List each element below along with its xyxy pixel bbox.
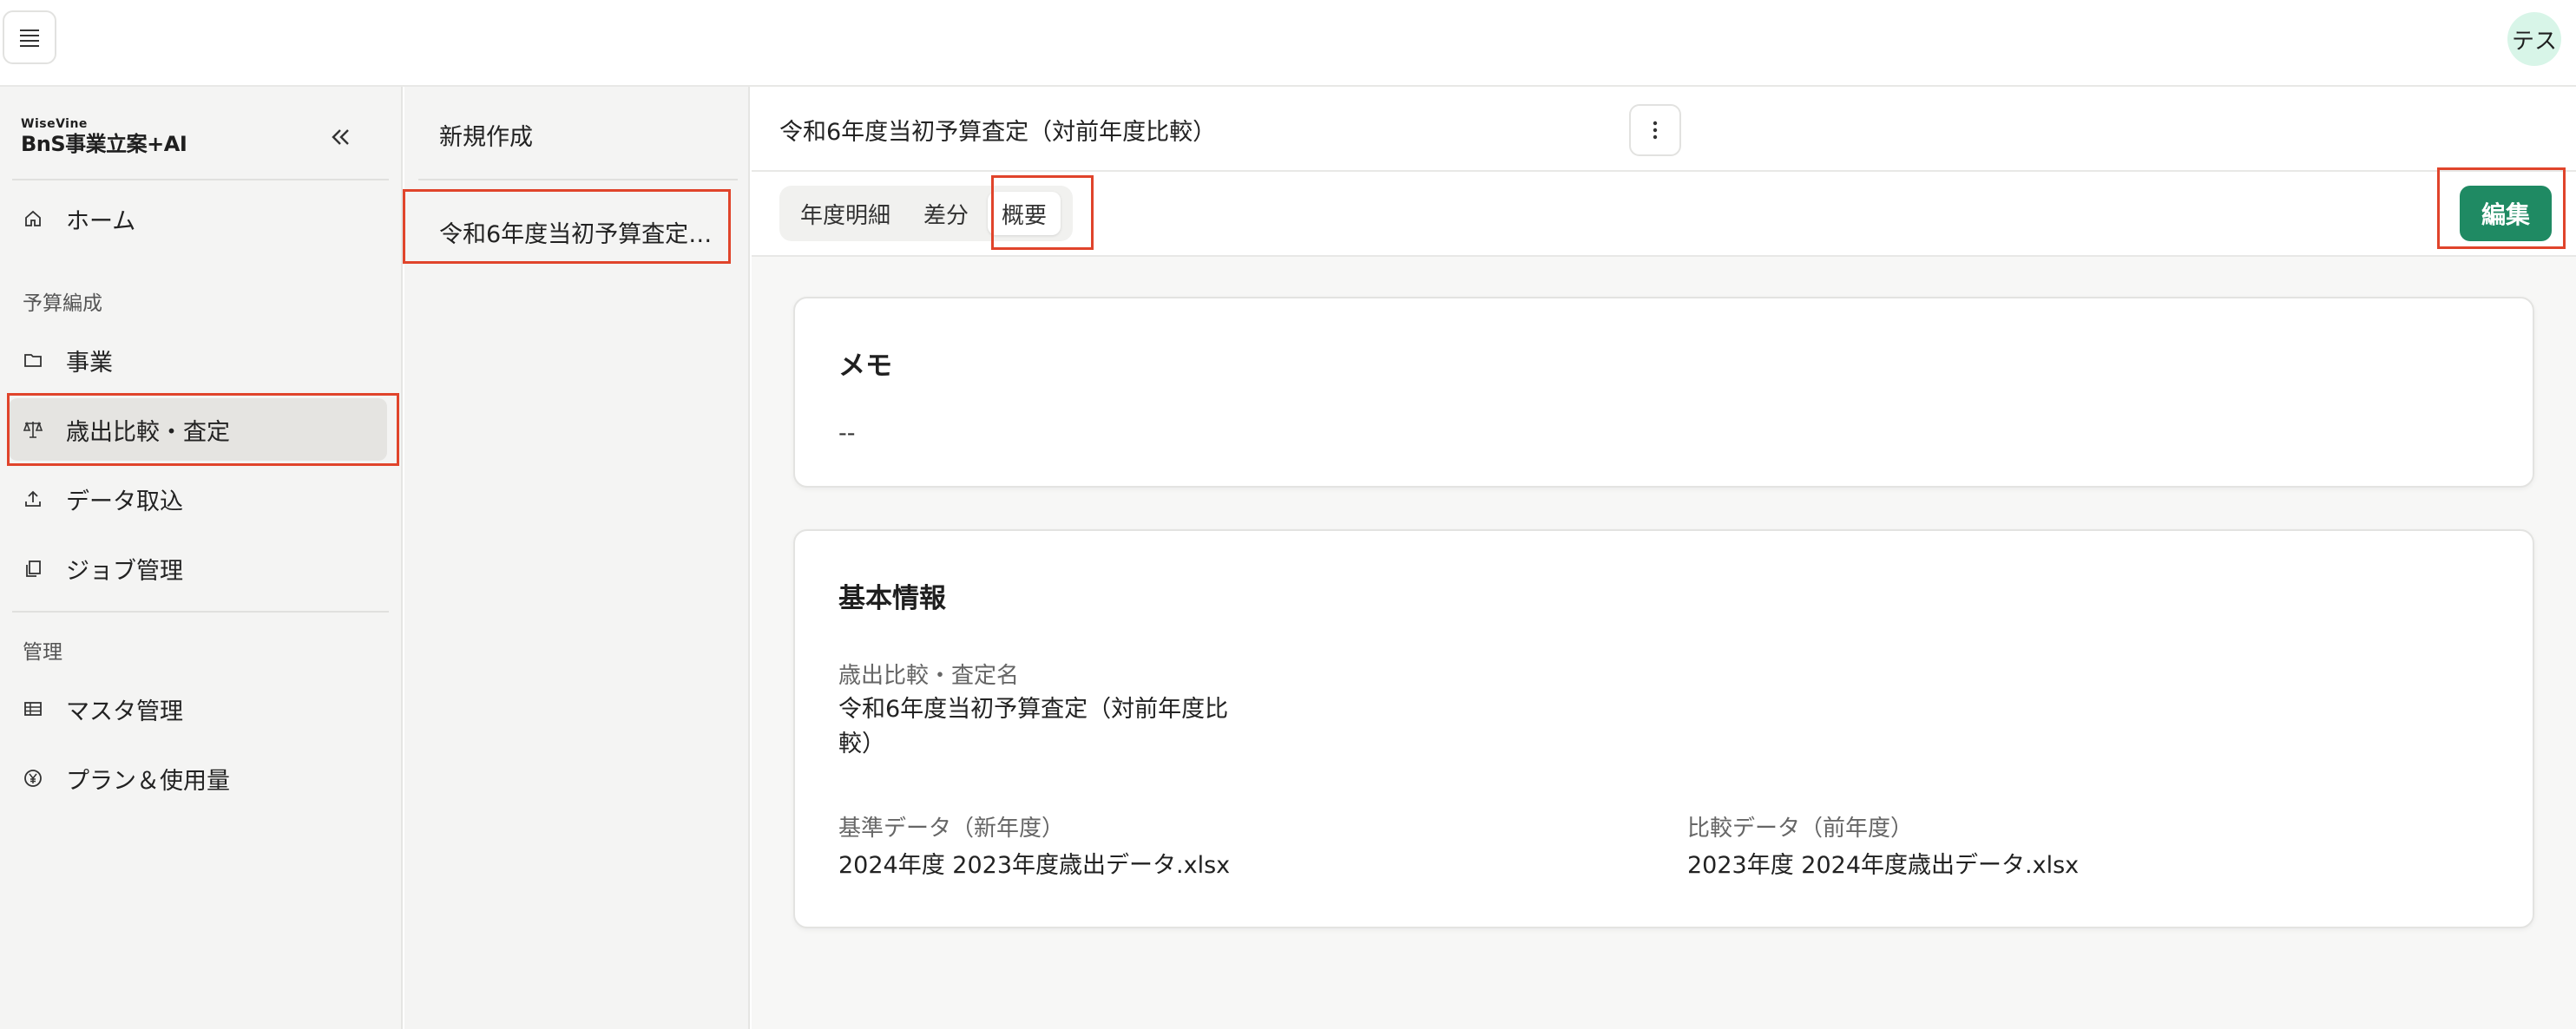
sidebar-item-job-management[interactable]: ジョブ管理 bbox=[9, 537, 387, 600]
scale-icon bbox=[23, 419, 43, 440]
list-divider bbox=[418, 179, 738, 180]
yen-icon bbox=[23, 768, 43, 789]
sidebar-divider bbox=[12, 611, 389, 613]
base-data-value: 2024年度 2023年度歳出データ.xlsx bbox=[838, 852, 1231, 879]
sidebar-section-admin: 管理 bbox=[23, 641, 62, 664]
menu-button[interactable] bbox=[3, 10, 56, 64]
double-chevron-left-icon bbox=[332, 129, 349, 145]
sidebar-item-label: 歳出比較・査定 bbox=[66, 418, 230, 446]
comparison-list-panel: 新規作成 令和6年度当初予算査定（対前年度比較） bbox=[404, 87, 750, 1029]
sidebar-item-home[interactable]: ホーム bbox=[9, 187, 387, 250]
comparison-name-label: 歳出比較・査定名 bbox=[838, 663, 1020, 689]
tab-overview[interactable]: 概要 bbox=[988, 192, 1061, 235]
compare-data-value: 2023年度 2024年度歳出データ.xlsx bbox=[1687, 852, 2080, 879]
hamburger-icon bbox=[20, 29, 39, 47]
folder-icon bbox=[23, 350, 43, 370]
sidebar-item-label: ホーム bbox=[66, 207, 136, 235]
edit-button[interactable]: 編集 bbox=[2460, 186, 2552, 241]
comparison-name-value: 令和6年度当初予算査定（対前年度比較） bbox=[838, 696, 1229, 757]
home-icon bbox=[23, 208, 43, 229]
sidebar-divider bbox=[12, 179, 389, 180]
sidebar: WiseVine BnS事業立案+AI ホーム 予算編成 事業 歳出比較・査定 … bbox=[0, 87, 403, 1029]
page-title: 令和6年度当初予算査定（対前年度比較） bbox=[779, 119, 1217, 146]
sidebar-item-projects[interactable]: 事業 bbox=[9, 329, 387, 391]
table-icon bbox=[23, 698, 43, 719]
sidebar-item-label: プラン＆使用量 bbox=[66, 767, 230, 795]
sidebar-item-expenditure-comparison[interactable]: 歳出比較・査定 bbox=[9, 398, 387, 461]
sidebar-item-label: マスタ管理 bbox=[66, 698, 183, 725]
list-item[interactable]: 令和6年度当初予算査定（対前年度比較） bbox=[439, 215, 726, 249]
more-options-button[interactable] bbox=[1629, 104, 1681, 156]
logo-brand: WiseVine bbox=[21, 117, 88, 131]
sidebar-item-master-management[interactable]: マスタ管理 bbox=[9, 678, 387, 740]
basic-info-title: 基本情報 bbox=[838, 583, 946, 614]
collapse-sidebar-button[interactable] bbox=[325, 121, 356, 153]
memo-title: メモ bbox=[838, 351, 892, 382]
sidebar-item-data-import[interactable]: データ取込 bbox=[9, 468, 387, 530]
main-content: 令和6年度当初予算査定（対前年度比較） 年度明細 差分 概要 編集 メモ -- … bbox=[752, 87, 2576, 1029]
sidebar-section-budget: 予算編成 bbox=[23, 292, 102, 315]
sidebar-item-label: データ取込 bbox=[66, 488, 183, 515]
sidebar-item-label: ジョブ管理 bbox=[66, 557, 183, 585]
top-bar: テス bbox=[0, 0, 2576, 87]
copy-icon bbox=[23, 558, 43, 579]
main-header: 令和6年度当初予算査定（対前年度比較） bbox=[752, 87, 2576, 172]
app-logo: WiseVine BnS事業立案+AI bbox=[21, 118, 187, 154]
memo-value: -- bbox=[838, 420, 856, 447]
logo-product: BnS事業立案+AI bbox=[21, 132, 187, 156]
sidebar-item-plan-usage[interactable]: プラン＆使用量 bbox=[9, 747, 387, 809]
create-new-button[interactable]: 新規作成 bbox=[439, 118, 533, 152]
tabs: 年度明細 差分 概要 bbox=[779, 186, 1074, 241]
tab-yearly-details[interactable]: 年度明細 bbox=[786, 192, 904, 235]
more-vertical-icon bbox=[1653, 121, 1658, 140]
tab-difference[interactable]: 差分 bbox=[910, 192, 982, 235]
basic-info-card: 基本情報 歳出比較・査定名 令和6年度当初予算査定（対前年度比較） 基準データ（… bbox=[793, 529, 2534, 928]
compare-data-label: 比較データ（前年度） bbox=[1687, 816, 1914, 842]
base-data-label: 基準データ（新年度） bbox=[838, 816, 1065, 842]
memo-card: メモ -- bbox=[793, 297, 2534, 488]
sidebar-item-label: 事業 bbox=[66, 349, 113, 377]
tab-bar: 年度明細 差分 概要 編集 bbox=[752, 172, 2576, 257]
upload-icon bbox=[23, 488, 43, 509]
user-avatar[interactable]: テス bbox=[2507, 12, 2561, 66]
